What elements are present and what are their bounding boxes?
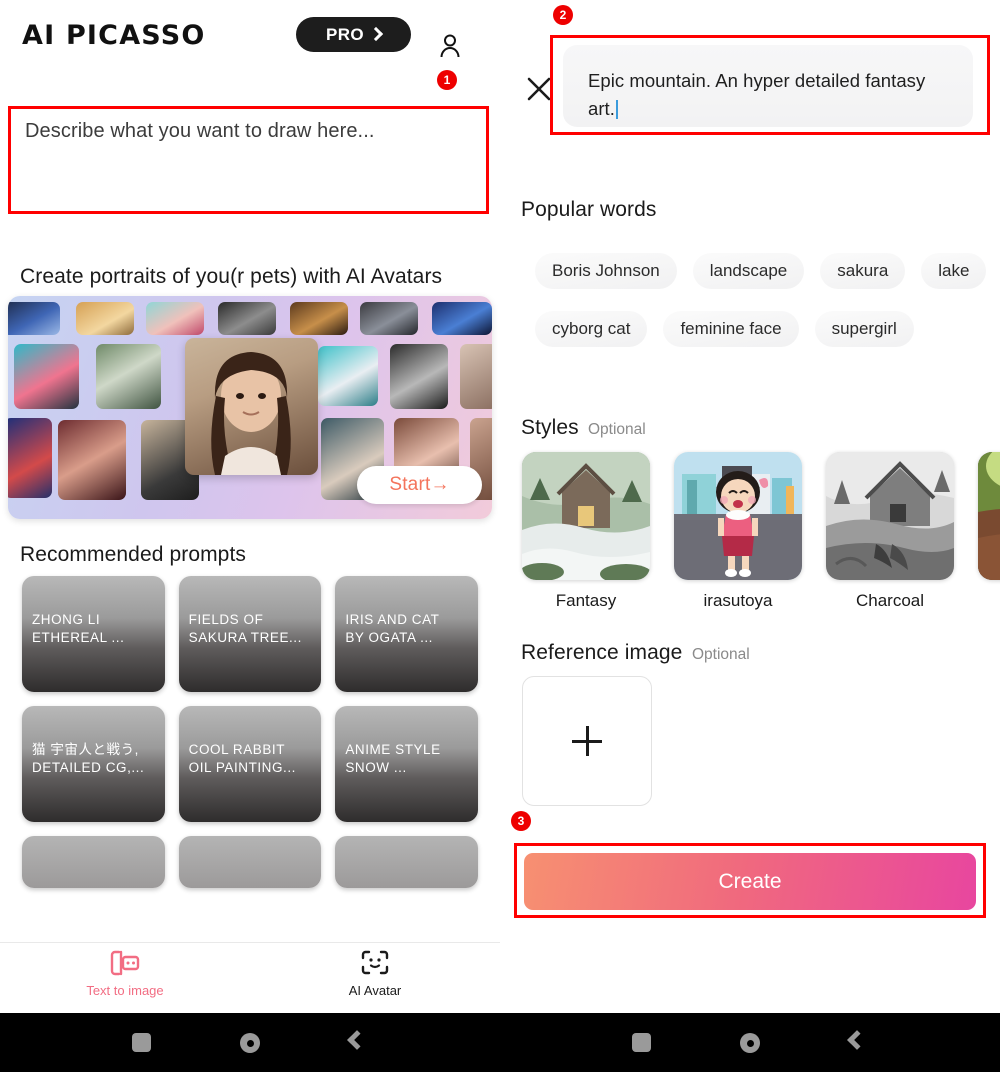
chevron-right-icon bbox=[368, 26, 384, 42]
popular-words-chips: Boris Johnson landscape sakura lake cybo… bbox=[535, 253, 1000, 369]
style-name: irasutoya bbox=[703, 591, 773, 610]
popular-word-chip[interactable]: Boris Johnson bbox=[535, 253, 677, 289]
popular-word-chip[interactable]: landscape bbox=[692, 253, 805, 289]
pro-button-label: PRO bbox=[325, 24, 365, 44]
recommended-row: 猫 宇宙人と戦う, DETAILED CG,... COOL RABBIT OI… bbox=[22, 706, 479, 822]
app-logo: AI PICASSO bbox=[22, 20, 206, 51]
home-button[interactable] bbox=[240, 1033, 260, 1053]
bottom-tab-bar: Text to image AI Avatar bbox=[0, 942, 500, 1005]
recommended-prompt-card[interactable]: IRIS AND CAT BY OGATA ... bbox=[335, 576, 479, 692]
style-item-charcoal[interactable]: Charcoal bbox=[826, 452, 954, 611]
recommended-prompt-label: 猫 宇宙人と戦う, DETAILED CG,... bbox=[32, 742, 145, 776]
popular-word-chip[interactable]: feminine face bbox=[663, 311, 799, 347]
ai-avatars-banner[interactable]: Start→ bbox=[8, 296, 492, 519]
style-name: Charcoal bbox=[855, 591, 925, 610]
recents-button[interactable] bbox=[632, 1033, 651, 1052]
prompt-input-left[interactable]: Describe what you want to draw here... bbox=[8, 106, 489, 214]
annotation-badge-3: 3 bbox=[511, 811, 531, 831]
style-item-fantasy[interactable]: Fantasy bbox=[522, 452, 650, 611]
style-thumbnail bbox=[522, 452, 650, 580]
annotation-badge-1: 1 bbox=[437, 70, 457, 90]
style-item-irasutoya[interactable]: irasutoya bbox=[674, 452, 802, 611]
create-button-label: Create bbox=[718, 869, 782, 893]
pro-button[interactable]: PRO bbox=[296, 17, 411, 52]
recommended-prompt-label: IRIS AND CAT BY OGATA ... bbox=[345, 612, 440, 646]
system-nav-right bbox=[500, 1013, 1000, 1072]
prompt-placeholder: Describe what you want to draw here... bbox=[25, 120, 375, 142]
style-item-3d[interactable]: 3D bbox=[978, 452, 1000, 611]
styles-optional-label: Optional bbox=[588, 421, 646, 438]
style-thumbnail bbox=[826, 452, 954, 580]
recommended-prompt-card[interactable] bbox=[22, 836, 165, 888]
recommended-prompt-card[interactable]: ZHONG LI ETHEREAL ... bbox=[22, 576, 165, 692]
recommended-prompt-card[interactable]: COOL RABBIT OIL PAINTING... bbox=[178, 706, 322, 822]
style-name: 3D bbox=[978, 591, 1000, 611]
recommended-prompt-card[interactable] bbox=[335, 836, 479, 888]
reference-image-optional-label: Optional bbox=[692, 646, 750, 663]
recommended-prompts-grid: ZHONG LI ETHEREAL ... FIELDS OF SAKURA T… bbox=[22, 576, 479, 902]
tab-ai-avatar[interactable]: AI Avatar bbox=[315, 950, 435, 998]
screenshot-root: AI PICASSO PRO 1 Describe what you want … bbox=[0, 0, 1000, 1072]
create-button-highlight: Create bbox=[514, 843, 986, 918]
recommended-prompt-label: ZHONG LI ETHEREAL ... bbox=[32, 612, 125, 646]
popular-word-chip[interactable]: lake bbox=[921, 253, 987, 289]
style-name: Fantasy bbox=[555, 591, 617, 610]
system-navigation-bar bbox=[0, 1013, 1000, 1072]
recommended-prompt-card[interactable]: 猫 宇宙人と戦う, DETAILED CG,... bbox=[22, 706, 165, 822]
style-thumbnail bbox=[674, 452, 802, 580]
popular-word-chip[interactable]: cyborg cat bbox=[535, 311, 648, 347]
tab-text-to-image-label: Text to image bbox=[86, 983, 164, 998]
recommended-prompt-card[interactable]: ANIME STYLE SNOW ... bbox=[335, 706, 479, 822]
popular-words-title: Popular words bbox=[521, 198, 657, 221]
prompt-input-right[interactable]: Epic mountain. An hyper detailed fantasy… bbox=[550, 35, 990, 135]
create-button[interactable]: Create bbox=[524, 853, 976, 910]
banner-start-button[interactable]: Start→ bbox=[357, 466, 482, 504]
plus-icon bbox=[572, 726, 602, 756]
recommended-prompt-label: ANIME STYLE SNOW ... bbox=[345, 742, 441, 776]
account-icon[interactable] bbox=[437, 33, 463, 64]
avatars-banner-title: Create portraits of you(r pets) with AI … bbox=[20, 265, 443, 288]
recommended-row: ZHONG LI ETHEREAL ... FIELDS OF SAKURA T… bbox=[22, 576, 479, 692]
popular-words-row: Boris Johnson landscape sakura lake bbox=[535, 253, 1000, 289]
reference-image-add-button[interactable] bbox=[522, 676, 652, 806]
popular-word-chip[interactable]: supergirl bbox=[814, 311, 914, 347]
app-header: AI PICASSO PRO bbox=[0, 14, 500, 58]
prompt-value-text: Epic mountain. An hyper detailed fantasy… bbox=[588, 70, 926, 119]
recommended-prompts-title: Recommended prompts bbox=[20, 543, 246, 566]
popular-word-chip[interactable]: sakura bbox=[820, 253, 906, 289]
styles-list: Fantasy irasutoya Charcoal bbox=[522, 452, 1000, 611]
annotation-badge-2: 2 bbox=[553, 5, 573, 25]
text-caret bbox=[615, 99, 618, 119]
system-nav-left bbox=[0, 1013, 500, 1072]
recommended-prompt-label: FIELDS OF SAKURA TREE... bbox=[188, 612, 302, 646]
home-button[interactable] bbox=[740, 1033, 760, 1053]
banner-hero-portrait bbox=[185, 338, 318, 475]
popular-words-row: cyborg cat feminine face supergirl bbox=[535, 311, 1000, 347]
face-scan-icon bbox=[361, 950, 389, 980]
recommended-prompt-card[interactable] bbox=[178, 836, 322, 888]
prompt-input-field[interactable]: Epic mountain. An hyper detailed fantasy… bbox=[563, 45, 973, 127]
reference-image-title: Reference image bbox=[521, 641, 683, 664]
banner-start-label: Start→ bbox=[389, 474, 450, 495]
recommended-prompt-label: COOL RABBIT OIL PAINTING... bbox=[188, 742, 296, 776]
recommended-row-partial bbox=[22, 836, 479, 888]
recommended-prompt-card[interactable]: FIELDS OF SAKURA TREE... bbox=[178, 576, 322, 692]
close-icon[interactable] bbox=[526, 76, 552, 107]
tab-text-to-image[interactable]: Text to image bbox=[65, 950, 185, 998]
left-screen: AI PICASSO PRO 1 Describe what you want … bbox=[0, 0, 500, 1005]
recents-button[interactable] bbox=[132, 1033, 151, 1052]
text-to-image-icon bbox=[110, 950, 140, 980]
prompt-input-value: Epic mountain. An hyper detailed fantasy… bbox=[588, 67, 943, 123]
styles-title: Styles bbox=[521, 416, 579, 439]
back-button[interactable] bbox=[847, 1030, 867, 1050]
tab-ai-avatar-label: AI Avatar bbox=[348, 983, 402, 998]
back-button[interactable] bbox=[347, 1030, 367, 1050]
style-thumbnail bbox=[978, 452, 1000, 580]
